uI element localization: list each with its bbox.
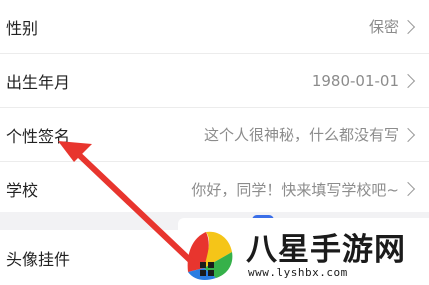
logo-icon	[187, 231, 233, 280]
row-value: 这个人很神秘，什么都没有写	[203, 126, 399, 144]
profile-list: 性别 保密 出生年月 1980-01-01 个性签名 这个人很神秘，什么都没有写…	[0, 0, 429, 216]
row-label: 性别	[6, 18, 39, 38]
row-label: 出生年月	[6, 72, 71, 92]
row-label: 学校	[6, 181, 39, 200]
chevron-right-icon	[400, 181, 416, 197]
row-label: 个性签名	[6, 126, 71, 146]
watermark-url: www.lyshbx.com	[248, 266, 348, 279]
chevron-right-icon	[400, 19, 416, 34]
row-signature[interactable]: 个性签名 这个人很神秘，什么都没有写	[0, 108, 429, 162]
chevron-right-icon	[400, 73, 416, 88]
row-school[interactable]: 学校 你好，同学！快来填写学校吧~	[0, 162, 429, 216]
row-value: 保密	[368, 18, 399, 36]
watermark-title: 八星手游网	[246, 232, 406, 268]
row-label: 头像挂件	[6, 250, 71, 269]
chevron-right-icon	[400, 127, 416, 142]
row-gender[interactable]: 性别 保密	[0, 0, 429, 54]
row-value: 1980-01-01	[311, 71, 399, 90]
row-value: 你好，同学！快来填写学校吧~	[191, 180, 399, 199]
row-birth[interactable]: 出生年月 1980-01-01	[0, 54, 429, 108]
